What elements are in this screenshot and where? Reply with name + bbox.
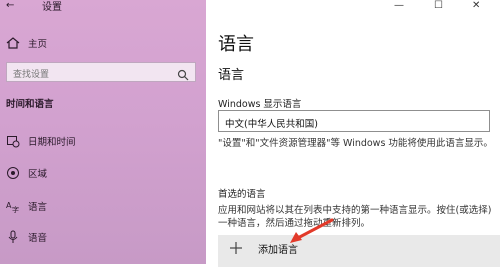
add-language-button[interactable]: 添加语言 <box>218 235 500 267</box>
red-pointer-arrow-icon <box>290 218 334 243</box>
sidebar-item-speech[interactable]: 语音 <box>0 226 206 248</box>
maximize-button[interactable]: ☐ <box>434 0 443 11</box>
section-title: 时间和语言 <box>6 99 54 110</box>
language-icon: A字 <box>6 198 20 214</box>
main-content: — ☐ ✕ 语言 语言 Windows 显示语言 中文(中华人民共和国) "设置… <box>206 0 500 267</box>
page-title: 语言 <box>218 34 254 55</box>
search-input[interactable]: 查找设置 <box>6 62 196 82</box>
sidebar-item-label: 主页 <box>28 39 48 50</box>
search-icon[interactable] <box>177 66 189 81</box>
preferred-languages-title: 首选的语言 <box>218 189 266 200</box>
display-language-value: 中文(中华人民共和国) <box>225 119 318 130</box>
display-language-dropdown[interactable]: 中文(中华人民共和国) <box>218 110 490 132</box>
sidebar: ← 设置 主页 查找设置 时间和语言 日期和时间 区域 A字 语言 语音 <box>0 0 206 264</box>
sidebar-item-label: 语音 <box>28 233 48 244</box>
sidebar-item-label: 日期和时间 <box>28 137 76 148</box>
home-icon <box>6 35 20 49</box>
sidebar-item-date-time[interactable]: 日期和时间 <box>0 130 206 152</box>
microphone-icon <box>6 229 20 243</box>
window-controls: — ☐ ✕ <box>390 0 500 16</box>
calendar-clock-icon <box>6 133 20 148</box>
display-language-description: "设置"和"文件资源管理器"等 Windows 功能将使用此语言显示。 <box>218 138 493 149</box>
sidebar-item-label: 区域 <box>28 169 48 180</box>
plus-icon <box>228 240 244 256</box>
sidebar-item-language[interactable]: A字 语言 <box>0 195 206 217</box>
preferred-languages-description: 应用和网站将以其在列表中支持的第一种语言显示。按住(或选择)一种语言，然后通过拖… <box>218 205 492 229</box>
sidebar-item-label: 语言 <box>28 202 48 213</box>
search-placeholder: 查找设置 <box>13 70 50 80</box>
back-arrow-icon[interactable]: ← <box>6 0 14 11</box>
globe-icon <box>6 165 20 179</box>
minimize-button[interactable]: — <box>394 0 404 11</box>
display-language-label: Windows 显示语言 <box>218 99 302 110</box>
close-button[interactable]: ✕ <box>472 0 480 11</box>
section-heading: 语言 <box>218 68 245 83</box>
window-title: 设置 <box>42 2 62 13</box>
sidebar-item-region[interactable]: 区域 <box>0 162 206 184</box>
sidebar-item-home[interactable]: 主页 <box>0 32 206 54</box>
svg-text:字: 字 <box>12 205 19 213</box>
